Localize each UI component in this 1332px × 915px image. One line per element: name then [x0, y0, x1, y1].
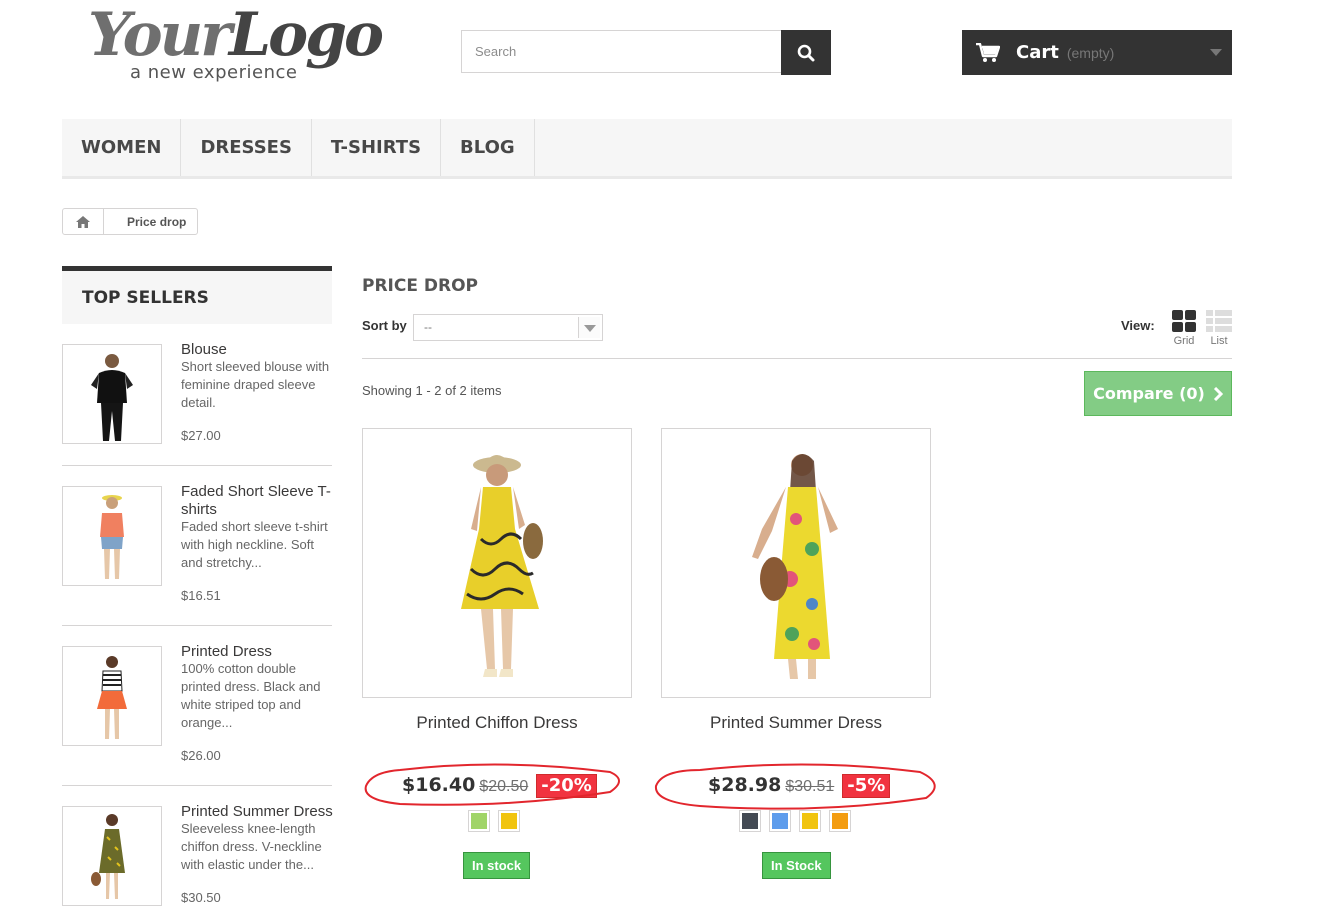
- product-old-price: $20.50: [479, 778, 529, 795]
- product-price-block: $16.40 $20.50 -20%: [402, 774, 597, 798]
- logo-tagline: a new experience: [130, 62, 298, 83]
- menu-item-dresses[interactable]: DRESSES: [181, 119, 312, 176]
- sidebar-product-description: Short sleeved blouse with feminine drape…: [181, 359, 330, 410]
- view-list-button[interactable]: List: [1206, 310, 1232, 347]
- product-image-printed-dress: [97, 656, 127, 739]
- product-image-link[interactable]: [661, 428, 931, 698]
- color-swatches: [739, 810, 859, 832]
- cart-label: Cart: [1016, 42, 1059, 63]
- divider: [62, 465, 332, 466]
- view-label: View:: [1121, 318, 1155, 333]
- menu-item-women[interactable]: WOMEN: [62, 119, 182, 176]
- color-swatch-black[interactable]: [739, 810, 761, 832]
- sidebar-product-price: $26.00: [181, 748, 221, 763]
- chevron-right-icon: [1213, 386, 1223, 401]
- breadcrumb: Price drop: [62, 208, 199, 235]
- product-price: $28.98: [708, 774, 782, 796]
- sidebar-product-name[interactable]: Faded Short Sleeve T-shirts: [181, 483, 333, 519]
- view-grid-label: Grid: [1173, 335, 1195, 347]
- home-icon: [76, 215, 90, 228]
- compare-button[interactable]: Compare (0): [1084, 371, 1232, 416]
- color-swatch-blue[interactable]: [769, 810, 791, 832]
- page-title: PRICE DROP: [362, 276, 478, 296]
- results-count: Showing 1 - 2 of 2 items: [362, 383, 502, 398]
- view-grid-button[interactable]: Grid: [1172, 310, 1196, 347]
- divider: [62, 625, 332, 626]
- sidebar-product-price: $16.51: [181, 588, 221, 603]
- discount-badge: -5%: [842, 774, 891, 798]
- divider: [62, 785, 332, 786]
- color-swatch-yellow[interactable]: [498, 810, 520, 832]
- color-swatch-green[interactable]: [468, 810, 490, 832]
- color-swatch-orange[interactable]: [829, 810, 851, 832]
- main-menu: WOMEN DRESSES T-SHIRTS BLOG: [62, 119, 1232, 179]
- store-logo[interactable]: YourLogo a new experience: [88, 0, 384, 86]
- logo-word-logo: Logo: [228, 0, 384, 70]
- compare-label: Compare (0): [1093, 384, 1205, 403]
- color-swatches: [468, 810, 528, 832]
- sort-select[interactable]: --: [413, 314, 603, 341]
- product-image-summer-dress: [752, 454, 838, 679]
- product-thumbnail[interactable]: [62, 344, 162, 444]
- chevron-down-icon: [578, 317, 600, 338]
- sidebar-product-name[interactable]: Blouse: [181, 341, 333, 359]
- sort-label: Sort by: [362, 318, 407, 333]
- search-button[interactable]: [781, 30, 831, 75]
- sidebar-product-description: 100% cotton double printed dress. Black …: [181, 661, 321, 730]
- product-thumbnail[interactable]: [62, 646, 162, 746]
- search-input[interactable]: [461, 30, 781, 73]
- sidebar-product-name[interactable]: Printed Dress: [181, 643, 333, 661]
- search-icon: [797, 44, 815, 61]
- product-price: $16.40: [402, 774, 476, 796]
- product-image-blouse: [91, 354, 133, 441]
- sidebar-product-price: $30.50: [181, 890, 221, 905]
- stock-badge: In Stock: [762, 852, 831, 879]
- product-image-link[interactable]: [362, 428, 632, 698]
- product-thumbnail[interactable]: [62, 806, 162, 906]
- sort-selected-value: --: [424, 320, 432, 334]
- product-name[interactable]: Printed Chiffon Dress: [362, 713, 632, 733]
- cart-button[interactable]: Cart (empty): [962, 30, 1232, 75]
- list-icon: [1206, 310, 1232, 332]
- menu-item-blog[interactable]: BLOG: [441, 119, 535, 176]
- sidebar-product-description: Sleeveless knee-length chiffon dress. V-…: [181, 821, 322, 872]
- breadcrumb-current: Price drop: [127, 214, 187, 229]
- grid-icon: [1172, 310, 1196, 332]
- view-list-label: List: [1210, 335, 1228, 347]
- sidebar-product-name[interactable]: Printed Summer Dress: [181, 803, 333, 821]
- sidebar-product-description: Faded short sleeve t-shirt with high nec…: [181, 519, 328, 570]
- discount-badge: -20%: [536, 774, 597, 798]
- product-image-summer-dress: [91, 814, 125, 899]
- color-swatch-yellow[interactable]: [799, 810, 821, 832]
- product-image-chiffon-dress: [461, 455, 543, 677]
- sidebar-title: TOP SELLERS: [62, 266, 332, 324]
- divider: [362, 358, 1232, 359]
- product-price-block: $28.98 $30.51 -5%: [708, 774, 891, 798]
- cart-icon: [976, 42, 1000, 62]
- stock-badge: In stock: [463, 852, 531, 879]
- logo-word-your: Your: [88, 0, 232, 70]
- product-image-faded-tshirt: [100, 495, 124, 579]
- product-thumbnail[interactable]: [62, 486, 162, 586]
- chevron-down-icon: [1210, 49, 1222, 56]
- menu-item-tshirts[interactable]: T-SHIRTS: [312, 119, 442, 176]
- product-name[interactable]: Printed Summer Dress: [661, 713, 931, 733]
- product-old-price: $30.51: [785, 778, 835, 795]
- breadcrumb-home[interactable]: [63, 209, 104, 234]
- cart-state: (empty): [1066, 44, 1115, 61]
- sidebar-product-price: $27.00: [181, 428, 221, 443]
